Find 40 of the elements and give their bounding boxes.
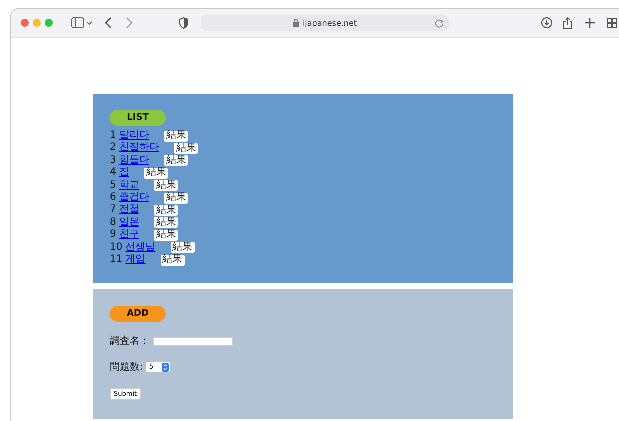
item-number: 10 (110, 242, 123, 254)
item-number: 9 (110, 229, 116, 242)
item-number: 11 (110, 254, 123, 266)
back-icon[interactable] (105, 17, 113, 29)
result-button[interactable]: 結果 (154, 205, 178, 216)
stepper-icon[interactable] (162, 362, 169, 372)
item-number: 1 (110, 130, 116, 142)
result-button[interactable]: 結果 (144, 168, 168, 179)
item-number: 2 (110, 142, 116, 155)
result-button[interactable]: 結果 (174, 143, 198, 154)
sidebar-icon[interactable] (71, 17, 93, 29)
item-number: 5 (110, 180, 116, 192)
result-button[interactable]: 結果 (164, 155, 188, 166)
item-number: 3 (110, 154, 116, 168)
result-button[interactable]: 結果 (154, 217, 178, 228)
result-button[interactable]: 結果 (164, 130, 188, 142)
address-bar[interactable]: ijapanese.net (201, 15, 449, 31)
field-label: 問題数: (110, 361, 144, 374)
item-number: 8 (110, 216, 116, 230)
field-label: 調査名： (110, 334, 150, 348)
close-icon[interactable] (21, 19, 29, 27)
result-button[interactable]: 結果 (164, 192, 188, 204)
shield-icon[interactable] (179, 17, 189, 29)
plus-icon[interactable] (585, 18, 595, 28)
reload-icon[interactable] (435, 19, 444, 28)
item-number: 6 (110, 192, 116, 204)
item-number: 7 (110, 204, 116, 217)
download-icon[interactable] (541, 17, 553, 29)
url-text: ijapanese.net (302, 18, 358, 28)
list-heading: LIST (110, 110, 166, 126)
result-button[interactable]: 結果 (170, 242, 195, 254)
result-button[interactable]: 結果 (160, 254, 185, 266)
result-button[interactable]: 結果 (154, 230, 178, 241)
result-button[interactable]: 結果 (154, 180, 178, 192)
tabs-grid-icon[interactable] (607, 18, 617, 28)
survey-name-field[interactable] (153, 336, 233, 346)
add-heading: ADD (110, 306, 166, 322)
lock-icon (292, 19, 299, 27)
item-number: 4 (110, 167, 116, 180)
share-icon[interactable] (563, 16, 573, 30)
